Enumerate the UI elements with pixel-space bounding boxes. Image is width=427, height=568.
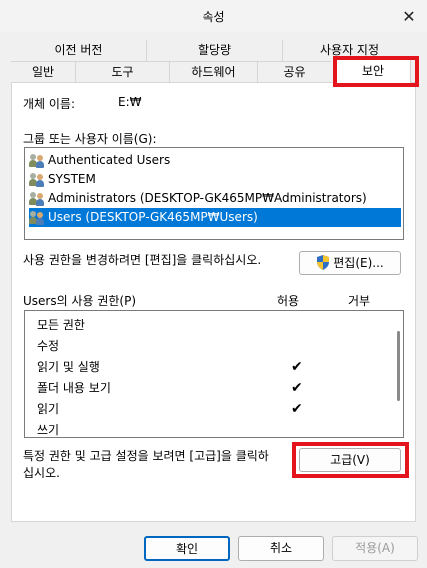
- permission-name: 쓰기: [37, 423, 60, 437]
- permission-name: 읽기: [37, 402, 60, 416]
- list-item[interactable]: Authenticated Users: [29, 151, 399, 170]
- advanced-hint-line2: 십시오.: [23, 466, 60, 480]
- object-name-label: 개체 이름:: [23, 97, 76, 111]
- users-icon: [29, 153, 45, 168]
- users-icon: [29, 191, 45, 206]
- list-item[interactable]: Administrators (DESKTOP-GK465MP₩Administ…: [29, 189, 399, 208]
- users-icon: [29, 172, 45, 187]
- close-icon[interactable]: ✕: [397, 4, 421, 28]
- list-item[interactable]: SYSTEM: [29, 170, 399, 189]
- permission-row: 폴더 내용 보기 ✔: [37, 378, 377, 399]
- tab-hardware[interactable]: 하드웨어: [170, 61, 258, 82]
- user-name: SYSTEM: [48, 172, 96, 186]
- tab-previous-versions[interactable]: 이전 버전: [11, 40, 147, 61]
- users-icon: [29, 210, 45, 225]
- tab-quota[interactable]: 할당량: [147, 40, 283, 61]
- title-bar: 속성 ✕: [0, 0, 427, 32]
- tab-sharing[interactable]: 공유: [258, 61, 331, 82]
- edit-button[interactable]: 편집(E)...: [299, 251, 401, 275]
- permission-row: 쓰기: [37, 420, 377, 437]
- list-item-selected[interactable]: Users (DESKTOP-GK465MP₩Users): [29, 208, 401, 227]
- deny-header: 거부: [348, 294, 371, 308]
- permission-row: 수정: [37, 336, 377, 357]
- advanced-button-highlight: [292, 442, 409, 478]
- cancel-button[interactable]: 취소: [238, 536, 324, 561]
- edit-hint: 사용 권한을 변경하려면 [편집]을 클릭하십시오.: [23, 253, 262, 267]
- groups-listbox[interactable]: Authenticated Users SYSTEM Administrator…: [24, 147, 404, 240]
- advanced-hint: 특정 권한 및 고급 설정을 보려면 [고급]을 클릭하 십시오.: [23, 448, 269, 482]
- permissions-label: Users의 사용 권한(P): [23, 294, 137, 308]
- window-title: 속성: [202, 10, 225, 24]
- ok-button[interactable]: 확인: [144, 536, 230, 561]
- uac-shield-icon: [316, 255, 330, 270]
- tab-tools[interactable]: 도구: [76, 61, 170, 82]
- object-name-value: E:₩: [118, 95, 142, 109]
- tab-general[interactable]: 일반: [11, 61, 76, 82]
- permission-name: 수정: [37, 339, 60, 353]
- user-name: Administrators (DESKTOP-GK465MP₩Administ…: [48, 191, 367, 205]
- permission-row: 모든 권한: [37, 315, 377, 336]
- allow-check-icon: ✔: [291, 380, 303, 396]
- permission-name: 폴더 내용 보기: [37, 381, 111, 395]
- permission-row: 읽기 ✔: [37, 399, 377, 420]
- permission-name: 모든 권한: [37, 318, 85, 332]
- permissions-list[interactable]: 모든 권한 수정 읽기 및 실행 ✔ 폴더 내용 보기 ✔ 읽기 ✔ 쓰기: [24, 310, 404, 438]
- security-tab-highlight: [333, 56, 419, 87]
- allow-header: 허용: [277, 294, 300, 308]
- user-name: Authenticated Users: [48, 153, 171, 167]
- scrollbar[interactable]: [397, 331, 400, 401]
- allow-check-icon: ✔: [291, 401, 303, 417]
- user-name: Users (DESKTOP-GK465MP₩Users): [48, 210, 258, 224]
- permission-name: 읽기 및 실행: [37, 360, 100, 374]
- apply-button[interactable]: 적용(A): [332, 536, 418, 561]
- groups-label: 그룹 또는 사용자 이름(G):: [23, 132, 157, 146]
- allow-check-icon: ✔: [291, 359, 303, 375]
- advanced-hint-line1: 특정 권한 및 고급 설정을 보려면 [고급]을 클릭하: [23, 449, 269, 463]
- edit-button-label: 편집(E)...: [333, 256, 384, 270]
- permission-row: 읽기 및 실행 ✔: [37, 357, 377, 378]
